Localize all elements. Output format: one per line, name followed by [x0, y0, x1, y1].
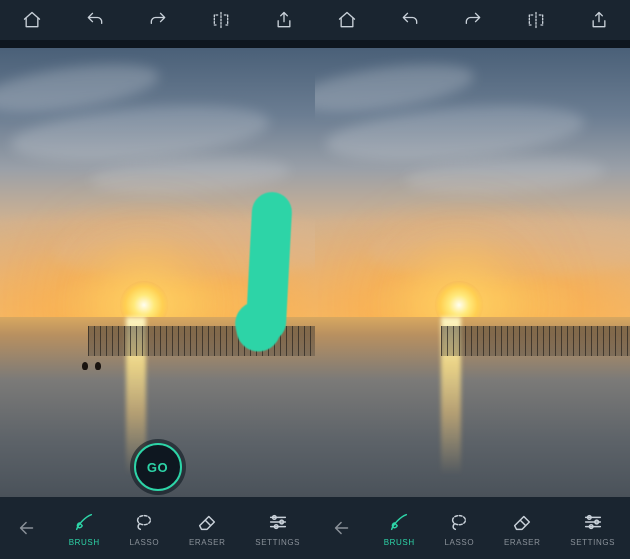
tool-settings[interactable]: SETTINGS [255, 510, 300, 547]
brush-icon [72, 510, 96, 534]
flip-icon[interactable] [525, 9, 547, 31]
lasso-icon [132, 510, 156, 534]
tool-label: BRUSH [69, 538, 100, 547]
tool-label: BRUSH [384, 538, 415, 547]
tool-label: ERASER [504, 538, 541, 547]
arrow-left-icon [15, 516, 39, 540]
arrow-left-icon [330, 516, 354, 540]
share-icon[interactable] [588, 9, 610, 31]
pane-right: BRUSH LASSO ERASER SETTINGS [315, 0, 630, 559]
tool-eraser[interactable]: ERASER [189, 510, 226, 547]
brush-mark [245, 191, 293, 343]
eraser-icon [195, 510, 219, 534]
bottom-toolbar: BRUSH LASSO ERASER SETTINGS [0, 497, 315, 559]
home-icon[interactable] [336, 9, 358, 31]
tool-eraser[interactable]: ERASER [504, 510, 541, 547]
tool-label: LASSO [130, 538, 160, 547]
tool-label: SETTINGS [570, 538, 615, 547]
top-toolbar [315, 0, 630, 40]
sliders-icon [266, 510, 290, 534]
share-icon[interactable] [273, 9, 295, 31]
sunset-image [315, 48, 630, 497]
bottom-toolbar: BRUSH LASSO ERASER SETTINGS [315, 497, 630, 559]
tool-label: SETTINGS [255, 538, 300, 547]
brush-icon [387, 510, 411, 534]
flip-icon[interactable] [210, 9, 232, 31]
tool-settings[interactable]: SETTINGS [570, 510, 615, 547]
back-button[interactable] [330, 516, 354, 540]
pane-left: GO BRUSH LASSO ERASER SETTINGS [0, 0, 315, 559]
lasso-icon [447, 510, 471, 534]
tool-lasso[interactable]: LASSO [130, 510, 160, 547]
undo-icon[interactable] [84, 9, 106, 31]
back-button[interactable] [15, 516, 39, 540]
image-canvas[interactable]: GO [0, 48, 315, 497]
tool-lasso[interactable]: LASSO [445, 510, 475, 547]
go-button[interactable]: GO [134, 443, 182, 491]
redo-icon[interactable] [147, 9, 169, 31]
redo-icon[interactable] [462, 9, 484, 31]
home-icon[interactable] [21, 9, 43, 31]
tool-brush[interactable]: BRUSH [384, 510, 415, 547]
tool-label: LASSO [445, 538, 475, 547]
tool-brush[interactable]: BRUSH [69, 510, 100, 547]
tool-label: ERASER [189, 538, 226, 547]
image-canvas[interactable] [315, 48, 630, 497]
eraser-icon [510, 510, 534, 534]
undo-icon[interactable] [399, 9, 421, 31]
sliders-icon [581, 510, 605, 534]
top-toolbar [0, 0, 315, 40]
